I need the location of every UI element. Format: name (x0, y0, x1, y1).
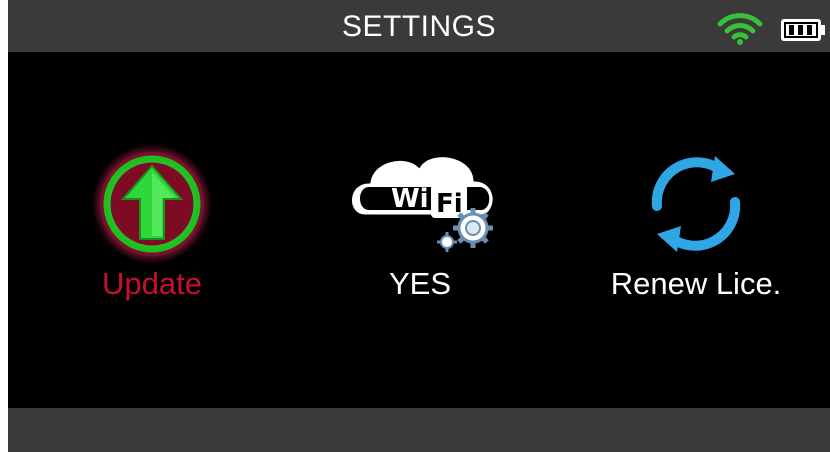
renew-refresh-icon (651, 156, 741, 252)
device-screen: SETTINGS Update Wi Fi YES Renew Lice. (8, 0, 830, 452)
wifi-logo-text: Wi (391, 184, 429, 214)
battery-icon (781, 19, 825, 41)
renew-license-tile[interactable]: Renew Lice. (576, 144, 816, 314)
footer-bar (8, 408, 830, 452)
wifi-status-label: YES (388, 266, 452, 301)
update-arrow-icon (92, 144, 212, 264)
page-title: SETTINGS (341, 10, 496, 43)
renew-license-label: Renew Lice. (610, 266, 782, 301)
wifi-settings-icon: Wi Fi (349, 154, 496, 252)
header-bar: SETTINGS (8, 0, 830, 52)
wifi-tile[interactable]: Wi Fi YES (300, 144, 540, 314)
settings-grid: Update Wi Fi YES Renew Lice. (8, 52, 830, 408)
update-label: Update (102, 266, 202, 301)
update-tile[interactable]: Update (32, 144, 272, 314)
wifi-signal-icon (717, 13, 763, 45)
